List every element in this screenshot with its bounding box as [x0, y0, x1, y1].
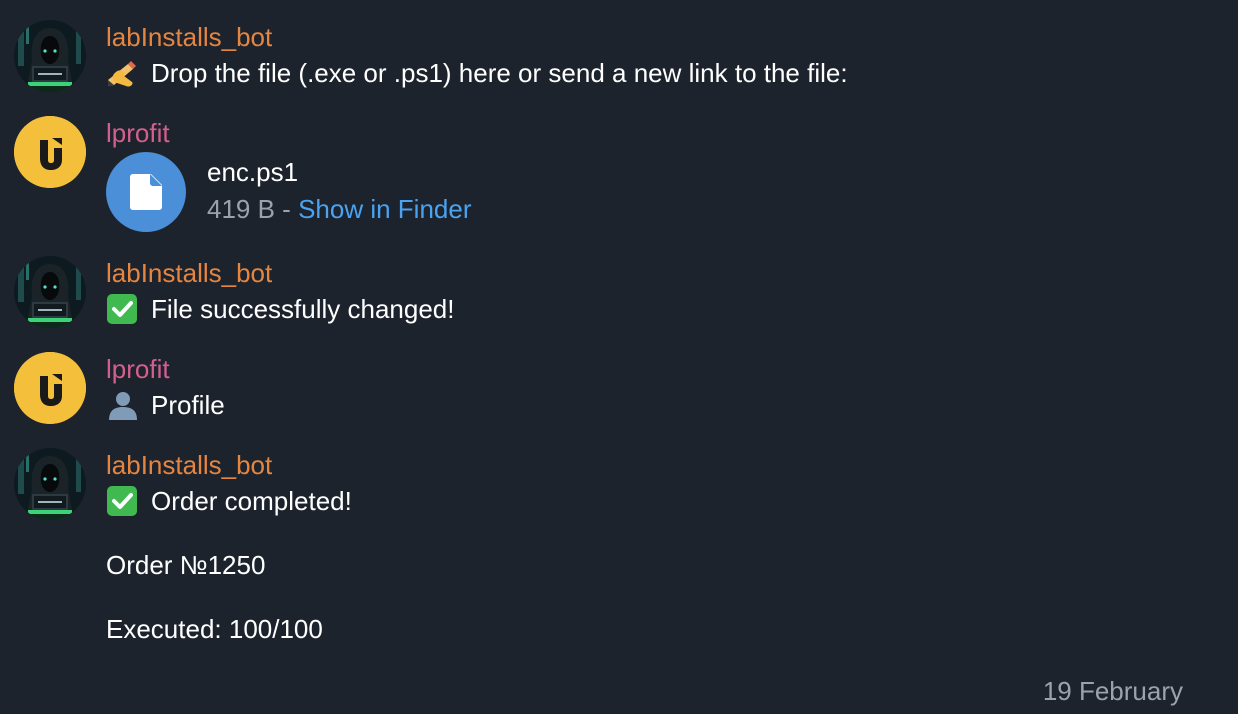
- sender-name[interactable]: lprofit: [106, 118, 170, 148]
- message-body: Drop the file (.exe or .ps1) here or sen…: [151, 58, 848, 88]
- hacker-avatar-icon[interactable]: [14, 256, 86, 328]
- message-text: Profile: [106, 390, 225, 420]
- check-mark-emoji: [106, 486, 140, 516]
- file-meta: 419 B - Show in Finder: [207, 194, 471, 224]
- date-separator: 19 February: [1042, 676, 1183, 706]
- message-body: File successfully changed!: [151, 294, 455, 324]
- file-icon: [130, 174, 162, 210]
- message-body: Order completed!: [151, 486, 352, 516]
- hacker-avatar-icon[interactable]: [14, 20, 86, 92]
- bust-silhouette-emoji: [106, 390, 140, 420]
- file-size: 419 B: [207, 194, 275, 224]
- sender-name[interactable]: labInstalls_bot: [106, 450, 272, 480]
- hacker-avatar-icon[interactable]: [14, 448, 86, 520]
- chat-history: labInstalls_bot Drop the file (.exe or .…: [0, 0, 1238, 714]
- file-meta-separator: -: [274, 194, 299, 224]
- sender-name[interactable]: labInstalls_bot: [106, 258, 272, 288]
- file-download-button[interactable]: [106, 152, 186, 232]
- message-text: File successfully changed!: [106, 294, 454, 324]
- writing-hand-emoji: [106, 58, 140, 88]
- check-mark-emoji: [106, 294, 140, 324]
- show-in-finder-link[interactable]: Show in Finder: [298, 194, 471, 224]
- message-text: Order completed!: [106, 486, 352, 516]
- order-number: Order №1250: [106, 550, 266, 580]
- lprofit-logo-icon[interactable]: [14, 116, 86, 188]
- file-name[interactable]: enc.ps1: [207, 157, 298, 187]
- message-text: Drop the file (.exe or .ps1) here or sen…: [106, 58, 848, 88]
- message-body: Profile: [151, 390, 225, 420]
- order-executed: Executed: 100/100: [106, 614, 323, 644]
- sender-name[interactable]: lprofit: [106, 354, 170, 384]
- lprofit-logo-icon[interactable]: [14, 352, 86, 424]
- sender-name[interactable]: labInstalls_bot: [106, 22, 272, 52]
